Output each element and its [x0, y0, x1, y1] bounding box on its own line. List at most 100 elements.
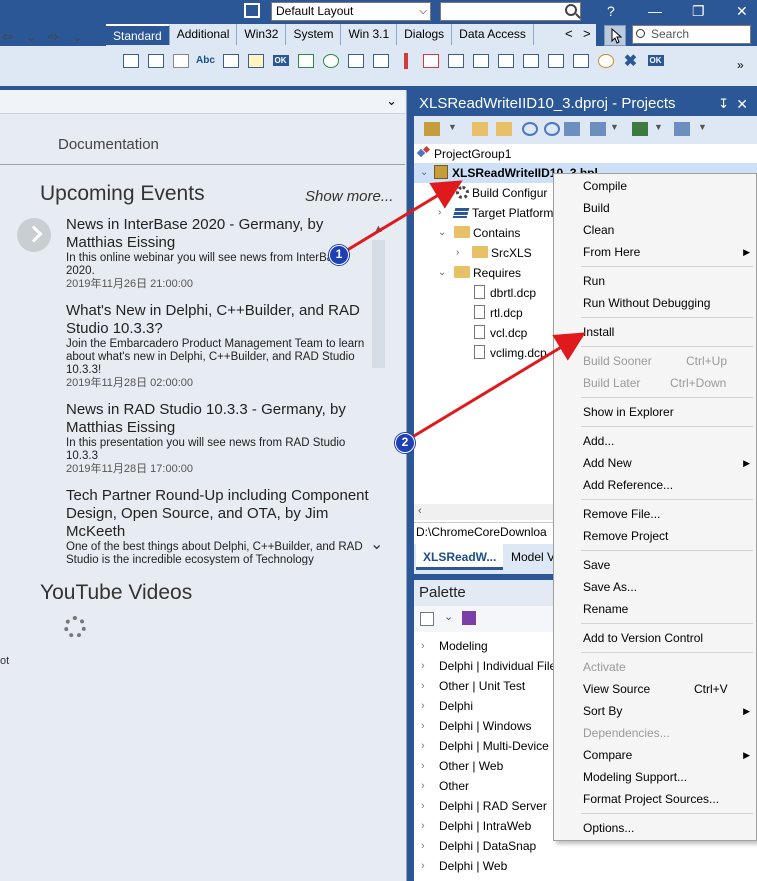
- tab-data-access[interactable]: Data Access: [452, 24, 534, 45]
- menu-item-run[interactable]: Run: [554, 270, 756, 292]
- radio-button-icon[interactable]: [320, 51, 341, 70]
- tagged-icon[interactable]: [570, 51, 591, 70]
- add-new-project-icon[interactable]: [472, 122, 488, 136]
- build-all-icon[interactable]: [632, 122, 648, 136]
- news-item[interactable]: News in InterBase 2020 - Germany, by Mat…: [66, 216, 371, 291]
- refresh-icon[interactable]: [544, 122, 560, 136]
- tabs-next-button[interactable]: >: [583, 26, 591, 41]
- menu-item-options[interactable]: Options...: [554, 817, 756, 839]
- tabs-prev-button[interactable]: <: [565, 26, 573, 41]
- news-item[interactable]: What's New in Delphi, C++Builder, and RA…: [66, 302, 371, 390]
- expand-icon[interactable]: [564, 122, 580, 136]
- ide-search-input[interactable]: [440, 2, 581, 21]
- label-component-icon[interactable]: Abc: [195, 51, 216, 70]
- chevron-down-icon[interactable]: ▼: [448, 122, 464, 136]
- pointer-icon[interactable]: [462, 611, 476, 625]
- chevron-down-icon[interactable]: ⌄: [386, 93, 397, 109]
- chevron-down-icon[interactable]: ⌄: [72, 29, 83, 45]
- listbox-icon[interactable]: [345, 51, 366, 70]
- minimize-button[interactable]: —: [648, 2, 662, 20]
- more-components-button[interactable]: »: [737, 58, 744, 72]
- news-item[interactable]: Tech Partner Round-Up including Componen…: [66, 487, 371, 565]
- pointer-tool-button[interactable]: [604, 25, 626, 46]
- pin-icon[interactable]: ↧: [718, 92, 729, 116]
- chevron-down-icon[interactable]: ▼: [698, 122, 714, 136]
- menu-item-format-project-sources[interactable]: Format Project Sources...: [554, 788, 756, 810]
- application-events-icon[interactable]: [545, 51, 566, 70]
- scroll-up-icon[interactable]: ▲: [373, 223, 384, 235]
- menu-item-modeling-support[interactable]: Modeling Support...: [554, 766, 756, 788]
- documentation-link[interactable]: Documentation: [58, 136, 159, 153]
- cross-icon[interactable]: ✖: [620, 51, 641, 70]
- tab-standard[interactable]: Standard: [106, 24, 170, 45]
- chevron-down-icon[interactable]: ⌄: [26, 29, 37, 45]
- news-title[interactable]: What's New in Delphi, C++Builder, and RA…: [66, 302, 371, 338]
- build-icon[interactable]: [590, 122, 606, 136]
- menu-item-show-in-explorer[interactable]: Show in Explorer: [554, 401, 756, 423]
- frames-icon[interactable]: [520, 51, 541, 70]
- checkbox-icon[interactable]: [295, 51, 316, 70]
- tab-projects[interactable]: XLSReadW...: [416, 544, 504, 570]
- groupbox-icon[interactable]: [420, 51, 441, 70]
- tree-node-file[interactable]: dbrtl.dcp: [474, 283, 536, 303]
- chevron-down-icon[interactable]: ⌄: [420, 163, 430, 183]
- menu-item-add[interactable]: Add...: [554, 430, 756, 452]
- menu-item-save[interactable]: Save: [554, 554, 756, 576]
- label-icon[interactable]: [170, 51, 191, 70]
- memo-icon[interactable]: [245, 51, 266, 70]
- forward-arrow-icon[interactable]: ⇨: [48, 29, 59, 45]
- menu-item-rename[interactable]: Rename: [554, 598, 756, 620]
- edit-icon[interactable]: [220, 51, 241, 70]
- categories-icon[interactable]: [420, 612, 434, 626]
- popup-menu-icon[interactable]: [145, 51, 166, 70]
- tab-dialogs[interactable]: Dialogs: [397, 24, 453, 45]
- chevron-right-icon[interactable]: ›: [456, 243, 466, 263]
- activate-project-icon[interactable]: [424, 122, 440, 136]
- close-button[interactable]: ✕: [736, 2, 748, 20]
- menu-item-add-reference[interactable]: Add Reference...: [554, 474, 756, 496]
- tab-system[interactable]: System: [286, 24, 342, 45]
- tab-additional[interactable]: Additional: [170, 24, 238, 45]
- menu-item-sort-by[interactable]: Sort By ▶: [554, 700, 756, 722]
- chevron-down-icon[interactable]: ⌄: [444, 610, 453, 623]
- open-folder-icon[interactable]: [496, 122, 512, 136]
- scroll-left-icon[interactable]: ‹: [418, 505, 422, 517]
- scrollbar-icon[interactable]: [395, 51, 416, 70]
- news-item[interactable]: News in RAD Studio 10.3.3 - Germany, by …: [66, 401, 371, 476]
- back-arrow-icon[interactable]: ⇦: [2, 29, 13, 45]
- menu-item-build[interactable]: Build: [554, 197, 756, 219]
- palette-search-input[interactable]: Search: [632, 25, 751, 44]
- action-list-icon[interactable]: [495, 51, 516, 70]
- menu-item-compile[interactable]: Compile: [554, 175, 756, 197]
- news-next-arrow-icon[interactable]: [17, 218, 51, 252]
- help-button[interactable]: ?: [607, 2, 615, 20]
- globe-icon[interactable]: [595, 51, 616, 70]
- menu-item-install[interactable]: Install: [554, 321, 756, 343]
- tab-win32[interactable]: Win32: [237, 24, 287, 45]
- close-icon[interactable]: ✕: [736, 92, 748, 116]
- news-title[interactable]: News in RAD Studio 10.3.3 - Germany, by …: [66, 401, 371, 437]
- restore-button[interactable]: ❐: [692, 2, 705, 20]
- chevron-down-icon[interactable]: ⌄: [438, 223, 448, 243]
- layout-select[interactable]: Default Layout ⌵: [271, 2, 431, 21]
- menu-item-compare[interactable]: Compare ▶: [554, 744, 756, 766]
- tree-node-build-configurations[interactable]: Build Configur: [456, 183, 547, 203]
- tree-node-file[interactable]: vclimg.dcp: [474, 343, 547, 363]
- menu-item-save-as[interactable]: Save As...: [554, 576, 756, 598]
- menu-item-add-to-version-control[interactable]: Add to Version Control: [554, 627, 756, 649]
- menu-item-remove-file[interactable]: Remove File...: [554, 503, 756, 525]
- menu-item-from-here[interactable]: From Here ▶: [554, 241, 756, 263]
- news-title[interactable]: News in InterBase 2020 - Germany, by Mat…: [66, 216, 371, 252]
- combobox-icon[interactable]: [370, 51, 391, 70]
- ok-button-icon[interactable]: OK: [645, 51, 666, 70]
- menu-item-add-new[interactable]: Add New ▶: [554, 452, 756, 474]
- menu-item-clean[interactable]: Clean: [554, 219, 756, 241]
- main-menu-icon[interactable]: [120, 51, 141, 70]
- button-icon[interactable]: OK: [270, 51, 291, 70]
- menu-item-view-source[interactable]: View Source Ctrl+V: [554, 678, 756, 700]
- tree-node-file[interactable]: vcl.dcp: [474, 323, 527, 343]
- tree-node-project-group[interactable]: ProjectGroup1: [418, 144, 511, 164]
- panel-icon[interactable]: [470, 51, 491, 70]
- chevron-down-icon[interactable]: ▼: [654, 122, 670, 136]
- tree-node-file[interactable]: rtl.dcp: [474, 303, 523, 323]
